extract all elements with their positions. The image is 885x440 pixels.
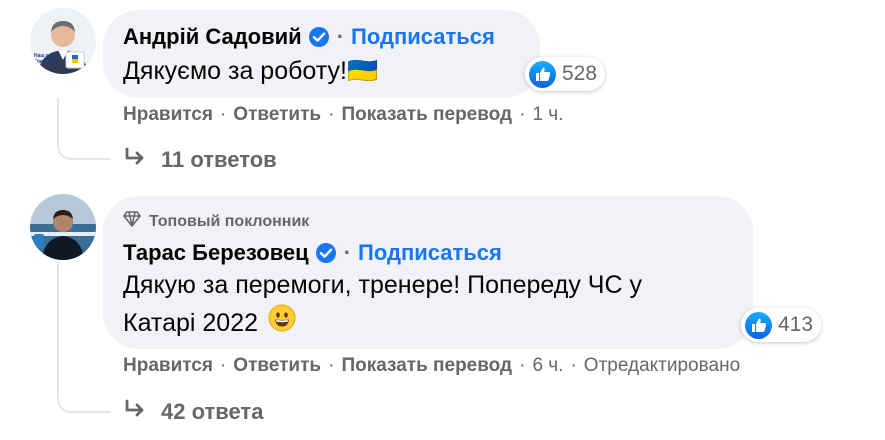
follow-button[interactable]: Подписаться	[358, 240, 502, 266]
view-replies-button[interactable]: 42 ответа	[123, 398, 263, 426]
top-fan-badge: Топовый поклонник	[123, 211, 309, 232]
translate-button[interactable]: Показать перевод	[341, 104, 512, 126]
separator-dot: ·	[219, 355, 227, 376]
avatar[interactable]: Наш герб Трюхів	[30, 8, 96, 74]
separator-dot: ·	[328, 104, 335, 125]
like-button[interactable]: Нравится	[123, 104, 213, 126]
comment-actions: Нравится · Ответить · Показать перевод ·…	[123, 355, 740, 377]
replies-count: 42 ответа	[161, 399, 264, 424]
follow-button[interactable]: Подписаться	[351, 24, 495, 50]
separator-dot: ·	[519, 355, 526, 376]
reply-arrow-icon	[123, 398, 147, 426]
separator-dot: ·	[343, 240, 352, 265]
diamond-icon	[123, 211, 141, 232]
separator-dot: ·	[328, 355, 335, 376]
reaction-summary[interactable]: 413	[741, 308, 822, 342]
replies-count: 11 ответов	[161, 147, 277, 172]
comment-text-line-2: Катарі 2022	[123, 309, 259, 337]
comment-text: Дякуємо за роботу!🇺🇦	[123, 57, 379, 85]
verified-badge-icon	[315, 242, 337, 264]
thread-line	[57, 98, 111, 160]
author-name[interactable]: Андрій Садовий	[123, 24, 302, 50]
top-fan-label: Топовый поклонник	[149, 212, 310, 230]
comment-text-line: Дякую за перемоги, тренере! Попереду ЧС …	[123, 271, 642, 299]
reaction-count: 528	[562, 62, 598, 85]
view-replies-button[interactable]: 11 ответов	[123, 146, 277, 174]
comment-text-line: Катарі 2022	[123, 304, 642, 343]
author-name[interactable]: Тарас Березовец	[123, 240, 309, 266]
separator-dot: ·	[570, 355, 577, 376]
reply-button[interactable]: Ответить	[233, 104, 321, 126]
comment-timestamp[interactable]: 6 ч.	[532, 355, 563, 377]
separator-dot: ·	[519, 104, 526, 125]
comment-header: Тарас Березовец · Подписаться	[123, 240, 502, 266]
like-button[interactable]: Нравится	[123, 355, 213, 377]
grinning-emoji-icon	[268, 304, 296, 343]
reaction-count: 413	[778, 313, 814, 336]
reply-arrow-icon	[123, 146, 147, 174]
like-icon	[529, 60, 556, 88]
comment-text: Дякую за перемоги, тренере! Попереду ЧС …	[123, 267, 642, 343]
separator-dot: ·	[219, 104, 227, 125]
avatar-caption: Наш герб Трюхів	[34, 53, 57, 65]
edited-label[interactable]: Отредактировано	[584, 355, 740, 377]
translate-button[interactable]: Показать перевод	[341, 355, 512, 377]
separator-dot: ·	[336, 24, 345, 49]
verified-badge-icon	[308, 26, 330, 48]
reply-button[interactable]: Ответить	[233, 355, 321, 377]
avatar[interactable]	[30, 194, 96, 260]
comment-header: Андрій Садовий · Подписаться	[123, 24, 495, 50]
comment-actions: Нравится · Ответить · Показать перевод ·…	[123, 104, 563, 126]
comment-timestamp[interactable]: 1 ч.	[532, 104, 563, 126]
reaction-summary[interactable]: 528	[525, 57, 606, 91]
like-icon	[745, 311, 772, 339]
